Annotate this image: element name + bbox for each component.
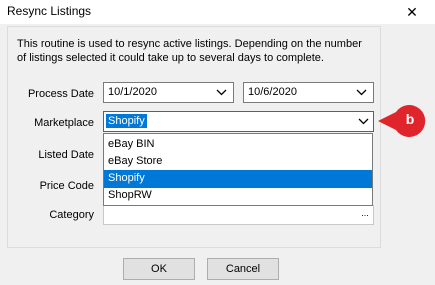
process-date-from-value: 10/1/2020 <box>108 86 157 98</box>
window-title: Resync Listings <box>7 4 92 18</box>
dropdown-option-shopify[interactable]: Shopify <box>104 170 372 188</box>
chevron-down-icon <box>356 89 367 96</box>
marketplace-label: Marketplace <box>34 117 94 129</box>
process-date-to-combo[interactable]: 10/6/2020 <box>243 82 374 103</box>
title-bar: Resync Listings ✕ <box>0 0 435 24</box>
chevron-down-icon <box>358 118 369 125</box>
category-label: Category <box>49 209 94 221</box>
chevron-down-icon <box>216 89 227 96</box>
close-button[interactable]: ✕ <box>389 0 435 24</box>
process-date-from-combo[interactable]: 10/1/2020 <box>103 82 234 103</box>
callout-badge-label: b <box>405 111 415 127</box>
dropdown-option-shoprw[interactable]: ShopRW <box>104 187 372 205</box>
dropdown-option-ebay-bin[interactable]: eBay BIN <box>104 136 372 154</box>
description-text: This routine is used to resync active li… <box>17 38 362 64</box>
process-date-to-value: 10/6/2020 <box>248 86 297 98</box>
listed-date-label: Listed Date <box>38 149 94 161</box>
category-browse-button[interactable]: ... <box>358 209 372 221</box>
marketplace-dropdown-list: eBay BIN eBay Store Shopify ShopRW <box>103 133 373 206</box>
marketplace-selected-value: Shopify <box>106 114 147 128</box>
marketplace-combo[interactable]: Shopify <box>103 111 374 132</box>
category-field[interactable] <box>103 205 374 225</box>
price-code-label: Price Code <box>39 180 94 192</box>
close-icon: ✕ <box>406 3 418 20</box>
process-date-label: Process Date <box>27 88 94 100</box>
cancel-button-label: Cancel <box>225 263 261 275</box>
callout-badge: b <box>378 104 432 138</box>
dropdown-option-ebay-store[interactable]: eBay Store <box>104 153 372 171</box>
cancel-button[interactable]: Cancel <box>207 258 279 280</box>
ok-button-label: OK <box>151 263 167 275</box>
ok-button[interactable]: OK <box>123 258 195 280</box>
